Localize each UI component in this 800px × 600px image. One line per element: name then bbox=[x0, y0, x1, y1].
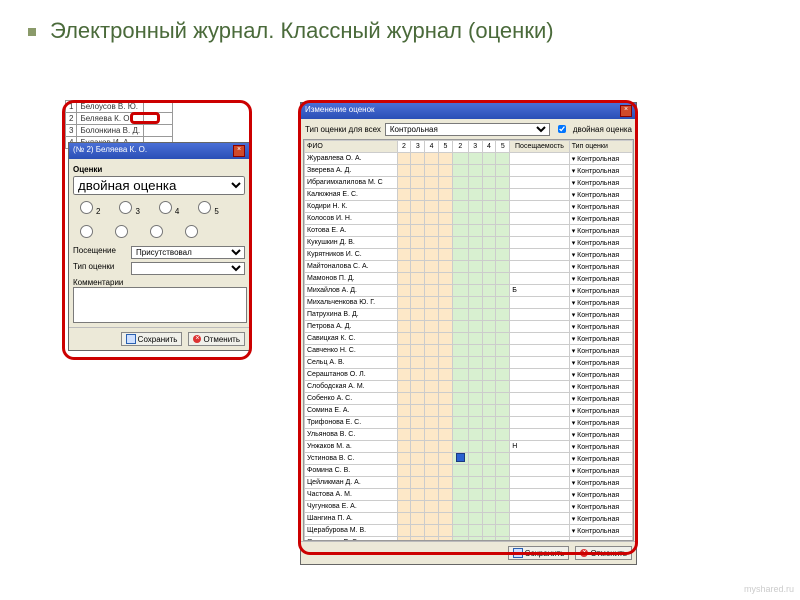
table-row[interactable]: Чугункова Е. А.▾ Контрольная bbox=[305, 501, 633, 513]
save-icon bbox=[126, 334, 136, 344]
bulk-dialog-titlebar[interactable]: Изменение оценок × bbox=[301, 103, 636, 119]
double-grade-select[interactable]: двойная оценка bbox=[73, 176, 245, 195]
grade-4a[interactable] bbox=[159, 201, 172, 214]
bulk-dialog-title: Изменение оценок bbox=[305, 105, 375, 117]
table-row[interactable]: Колосов И. Н.▾ Контрольная bbox=[305, 213, 633, 225]
dialog-titlebar[interactable]: (№ 2) Беляева К. О. × bbox=[69, 143, 249, 159]
cancel-icon: × bbox=[580, 549, 588, 557]
grade-row-1: 2 3 4 5 bbox=[73, 195, 245, 219]
table-row[interactable]: Ибрагимхалилова М. С▾ Контрольная bbox=[305, 177, 633, 189]
table-row[interactable]: Мамонов П. Д.▾ Контрольная bbox=[305, 273, 633, 285]
table-row[interactable]: Сельц А. В.▾ Контрольная bbox=[305, 357, 633, 369]
grade-grid-wrap[interactable]: ФИО23452345ПосещаемостьТип оценкиЖуравле… bbox=[303, 139, 634, 541]
type-all-select[interactable]: Контрольная bbox=[385, 123, 550, 136]
save-icon bbox=[513, 548, 523, 558]
table-row[interactable]: Кукушкин Д. В.▾ Контрольная bbox=[305, 237, 633, 249]
double-grade-label: двойная оценка bbox=[573, 125, 632, 134]
table-row[interactable]: Михайлов А. Д.Б▾ Контрольная bbox=[305, 285, 633, 297]
cancel-icon: × bbox=[193, 335, 201, 343]
table-row[interactable]: Щерабурова М. В.▾ Контрольная bbox=[305, 525, 633, 537]
grade-5a[interactable] bbox=[198, 201, 211, 214]
comment-textarea[interactable] bbox=[73, 287, 247, 323]
table-row[interactable]: Патрухина В. Д.▾ Контрольная bbox=[305, 309, 633, 321]
table-row[interactable]: Котова Е. А.▾ Контрольная bbox=[305, 225, 633, 237]
grade-3b[interactable] bbox=[115, 225, 128, 238]
table-row[interactable]: Устинова В. С.▾ Контрольная bbox=[305, 453, 633, 465]
save-button[interactable]: Сохранить bbox=[121, 332, 183, 346]
table-row[interactable]: Журавлева О. А.▾ Контрольная bbox=[305, 153, 633, 165]
table-row[interactable]: Зверева А. Д.▾ Контрольная bbox=[305, 165, 633, 177]
table-row[interactable]: Шангина П. А.▾ Контрольная bbox=[305, 513, 633, 525]
grade-grid: ФИО23452345ПосещаемостьТип оценкиЖуравле… bbox=[304, 140, 633, 541]
comment-label: Комментарии bbox=[73, 278, 245, 287]
table-row[interactable]: Сомина Е. А.▾ Контрольная bbox=[305, 405, 633, 417]
attendance-label: Посещение bbox=[73, 246, 131, 259]
bullet-icon bbox=[28, 28, 36, 36]
grade-2a[interactable] bbox=[80, 201, 93, 214]
bulk-grade-dialog: Изменение оценок × Тип оценки для всех К… bbox=[300, 102, 637, 565]
grade-4b[interactable] bbox=[150, 225, 163, 238]
table-row[interactable]: Калюжная Е. С.▾ Контрольная bbox=[305, 189, 633, 201]
dialog-title: (№ 2) Беляева К. О. bbox=[73, 145, 147, 157]
grade-3a[interactable] bbox=[119, 201, 132, 214]
table-row[interactable]: Савченко Н. С.▾ Контрольная bbox=[305, 345, 633, 357]
grade-5b[interactable] bbox=[185, 225, 198, 238]
cancel-button[interactable]: ×Отменить bbox=[188, 332, 245, 346]
type-label: Тип оценки bbox=[73, 262, 131, 275]
table-row[interactable]: Сераштанов О. Л.▾ Контрольная bbox=[305, 369, 633, 381]
slide-title: Электронный журнал. Классный журнал (оце… bbox=[50, 18, 554, 44]
type-all-label: Тип оценки для всех bbox=[305, 125, 381, 134]
table-row[interactable]: Петрова А. Д.▾ Контрольная bbox=[305, 321, 633, 333]
bulk-cancel-button[interactable]: ×Отменить bbox=[575, 546, 632, 560]
table-row[interactable]: Частова А. М.▾ Контрольная bbox=[305, 489, 633, 501]
double-grade-check[interactable] bbox=[558, 125, 566, 133]
grade-2b[interactable] bbox=[80, 225, 93, 238]
table-row[interactable]: Кодири Н. К.▾ Контрольная bbox=[305, 201, 633, 213]
table-row[interactable]: Курятников И. С.▾ Контрольная bbox=[305, 249, 633, 261]
table-row[interactable]: Слободская А. М.▾ Контрольная bbox=[305, 381, 633, 393]
table-row[interactable]: Фомина С. В.▾ Контрольная bbox=[305, 465, 633, 477]
close-icon[interactable]: × bbox=[233, 145, 245, 157]
table-row[interactable]: Унжаков М. а.Н▾ Контрольная bbox=[305, 441, 633, 453]
grades-label: Оценки bbox=[73, 165, 245, 174]
bulk-save-button[interactable]: Сохранить bbox=[508, 546, 570, 560]
table-row[interactable]: Савицкая К. С.▾ Контрольная bbox=[305, 333, 633, 345]
type-select[interactable] bbox=[131, 262, 245, 275]
watermark: myshared.ru bbox=[744, 584, 794, 594]
grade-row-2 bbox=[73, 219, 245, 243]
grade-dialog: (№ 2) Беляева К. О. × Оценки двойная оце… bbox=[68, 142, 250, 351]
table-row[interactable]: Ульянова В. С.▾ Контрольная bbox=[305, 429, 633, 441]
table-row[interactable]: Цейликман Д. А.▾ Контрольная bbox=[305, 477, 633, 489]
table-row[interactable]: Трифонова Е. С.▾ Контрольная bbox=[305, 417, 633, 429]
close-icon[interactable]: × bbox=[620, 105, 632, 117]
table-row[interactable]: Собенко А. С.▾ Контрольная bbox=[305, 393, 633, 405]
table-row[interactable]: Михальченкова Ю. Г.▾ Контрольная bbox=[305, 297, 633, 309]
attendance-select[interactable]: Присутствовал bbox=[131, 246, 245, 259]
table-row[interactable]: Майтоналова С. А.▾ Контрольная bbox=[305, 261, 633, 273]
